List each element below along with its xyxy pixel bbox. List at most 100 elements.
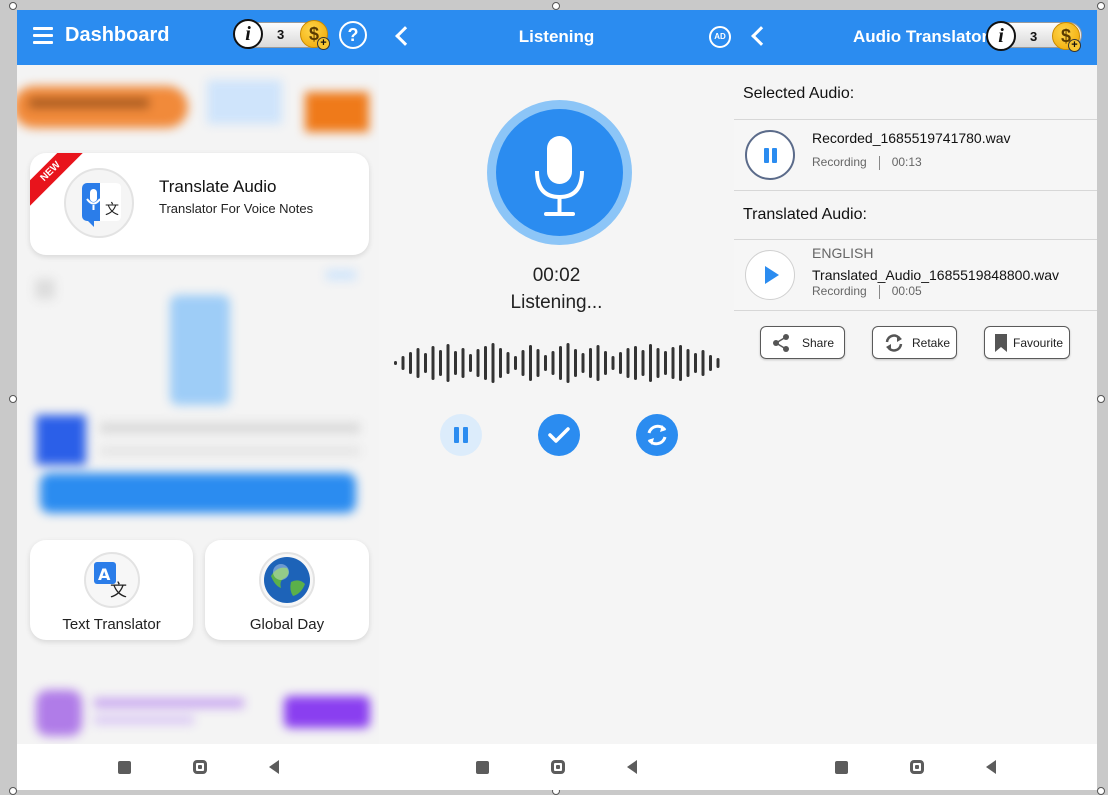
waveform-bar xyxy=(686,349,690,377)
selected-audio-name: Recorded_1685519741780.wav xyxy=(812,130,1011,146)
selected-audio-type: Recording xyxy=(812,155,867,169)
microphone-button[interactable] xyxy=(487,100,632,245)
resize-handle-middle-right[interactable] xyxy=(1097,395,1105,403)
home-icon[interactable] xyxy=(551,760,565,774)
waveform-bar xyxy=(536,349,540,377)
add-coins-icon[interactable]: + xyxy=(317,37,330,50)
info-icon[interactable]: i xyxy=(233,19,263,49)
svg-text:文: 文 xyxy=(105,202,119,218)
waveform-bar xyxy=(626,348,630,378)
system-nav-bar xyxy=(379,744,734,790)
waveform-bar xyxy=(529,345,532,381)
waveform-bar xyxy=(439,350,442,376)
add-coins-icon[interactable]: + xyxy=(1068,39,1081,52)
resize-handle-bottom-left[interactable] xyxy=(9,787,17,795)
retake-button[interactable]: Retake xyxy=(872,326,957,359)
waveform-bar xyxy=(514,356,517,370)
waveform-bar xyxy=(491,343,495,383)
translated-audio-duration: 00:05 xyxy=(891,284,922,298)
waveform-bar xyxy=(604,351,607,375)
waveform-bar xyxy=(574,349,577,377)
globe-icon xyxy=(259,552,315,608)
home-icon[interactable] xyxy=(192,760,207,774)
waveform-bar xyxy=(649,344,652,382)
waveform-bar xyxy=(634,346,637,380)
bottom-ad[interactable] xyxy=(30,686,370,738)
coin-count: 3 xyxy=(1030,29,1038,44)
translated-audio-type: Recording xyxy=(812,284,867,298)
waveform-bar xyxy=(499,348,502,378)
translate-audio-icon: 文 xyxy=(64,168,134,238)
waveform-bar xyxy=(619,352,622,374)
waveform-bar xyxy=(506,352,510,374)
waveform-bar xyxy=(461,348,465,378)
recents-icon[interactable] xyxy=(117,760,131,774)
selected-audio-duration: 00:13 xyxy=(891,155,922,169)
text-translate-icon: A 文 xyxy=(84,552,140,608)
selected-audio-card[interactable]: Recorded_1685519741780.wav Recording 00:1… xyxy=(734,119,1097,191)
coin-count: 3 xyxy=(277,27,285,42)
pause-button[interactable] xyxy=(440,414,482,456)
waveform-bar xyxy=(454,351,457,375)
translated-audio-card[interactable]: ENGLISH Translated_Audio_1685519848800.w… xyxy=(734,239,1097,311)
waveform-bar xyxy=(544,355,547,371)
translated-audio-name: Translated_Audio_1685519848800.wav xyxy=(812,267,1060,283)
back-icon[interactable] xyxy=(627,760,637,774)
resize-handle-top-center[interactable] xyxy=(552,2,560,10)
system-nav-bar xyxy=(734,744,1097,790)
listening-screen: Listening AD 00:02 Listening... xyxy=(379,10,734,790)
translate-audio-subtitle: Translator For Voice Notes xyxy=(159,201,314,216)
waveform-bar xyxy=(664,351,667,375)
info-icon[interactable]: i xyxy=(986,21,1016,51)
menu-icon[interactable] xyxy=(33,27,53,44)
text-translator-tile[interactable]: A 文 Text Translator xyxy=(30,540,193,640)
play-audio-button[interactable] xyxy=(745,250,795,300)
resize-handle-bottom-right[interactable] xyxy=(1097,787,1105,795)
recents-icon[interactable] xyxy=(476,760,489,774)
dashboard-screen: Dashboard i 3 $ + ? NEW 文 Translate Audi… xyxy=(17,10,379,790)
home-icon[interactable] xyxy=(910,760,924,774)
svg-text:文: 文 xyxy=(110,581,127,601)
share-button[interactable]: Share xyxy=(760,326,845,359)
back-icon[interactable] xyxy=(268,760,279,774)
native-ad[interactable] xyxy=(30,265,369,515)
back-arrow-icon[interactable] xyxy=(751,26,771,46)
check-icon xyxy=(548,427,570,443)
waveform-bar xyxy=(709,355,712,371)
listening-status: Listening... xyxy=(510,292,603,313)
restart-button[interactable] xyxy=(636,414,678,456)
waveform-bar xyxy=(484,346,487,380)
resize-handle-middle-left[interactable] xyxy=(9,395,17,403)
done-button[interactable] xyxy=(538,414,580,456)
remove-ads-icon[interactable]: AD xyxy=(709,26,731,48)
system-nav-bar xyxy=(17,744,379,790)
divider xyxy=(878,155,880,170)
selected-audio-meta: Recording 00:13 xyxy=(812,155,922,170)
waveform-bar xyxy=(409,352,412,374)
waveform-bar xyxy=(559,346,562,380)
resize-handle-top-left[interactable] xyxy=(9,2,17,10)
global-day-tile[interactable]: Global Day xyxy=(205,540,369,640)
waveform-bar xyxy=(551,351,555,375)
resize-handle-top-right[interactable] xyxy=(1097,2,1105,10)
waveform-bar xyxy=(469,354,472,372)
translated-audio-language: ENGLISH xyxy=(812,245,874,261)
waveform-bar xyxy=(581,353,585,373)
favourite-button[interactable]: Favourite xyxy=(984,326,1070,359)
pause-audio-button[interactable] xyxy=(745,130,795,180)
page-title: Audio Translator xyxy=(853,27,989,46)
waveform-bar xyxy=(394,361,397,365)
translated-audio-meta: Recording 00:05 xyxy=(812,284,922,299)
waveform-bar xyxy=(566,343,570,383)
translate-audio-card[interactable]: NEW 文 Translate Audio Translator For Voi… xyxy=(30,153,369,255)
translator-appbar: Audio Translator i 3 $ + xyxy=(734,10,1097,65)
selected-audio-label: Selected Audio: xyxy=(743,85,855,102)
microphone-icon xyxy=(496,109,623,236)
ad-banner[interactable] xyxy=(17,72,379,142)
refresh-icon xyxy=(647,424,667,446)
back-icon[interactable] xyxy=(986,760,996,774)
recents-icon[interactable] xyxy=(835,760,848,774)
waveform-bar xyxy=(694,353,697,373)
waveform-bar xyxy=(701,350,705,376)
help-icon[interactable]: ? xyxy=(339,21,367,49)
